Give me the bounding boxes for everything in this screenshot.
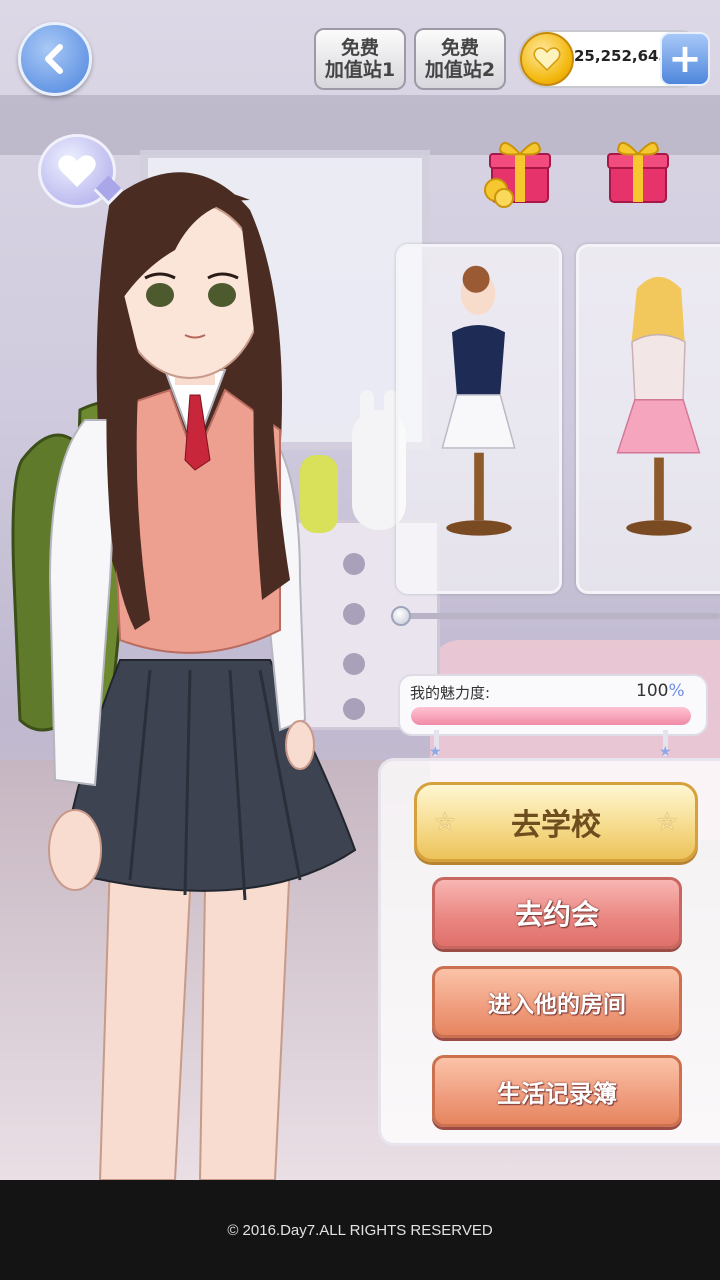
affection-bubble-button[interactable]	[38, 134, 116, 208]
charm-unit: %	[668, 681, 685, 701]
outfit-card-navy[interactable]	[396, 244, 562, 594]
copyright-text: © 2016.Day7.ALL RIGHTS RESERVED	[227, 1222, 493, 1239]
star-icon: ☆	[657, 809, 677, 835]
charm-label: 我的魅力度:	[410, 684, 491, 702]
mannequin-outfit-navy	[441, 265, 516, 536]
outfit-scroll-handle[interactable]	[391, 606, 411, 626]
go-school-label: 去学校	[511, 808, 601, 843]
go-date-label: 去约会	[514, 898, 599, 931]
charm-progress-fill	[411, 707, 691, 725]
charm-number: 100	[636, 681, 669, 701]
gift-box-icon[interactable]	[600, 134, 674, 208]
coin-count: 25,252,645	[574, 47, 669, 65]
outfit-scrollbar[interactable]	[396, 613, 720, 619]
free-station-1-button[interactable]: 免费 加值站1	[314, 28, 406, 90]
chevron-left-icon	[45, 44, 63, 74]
go-school-button[interactable]: ☆ 去学校 ☆	[414, 782, 698, 862]
character-girl[interactable]	[0, 160, 380, 1180]
star-icon: ☆	[435, 809, 455, 835]
heart-icon	[58, 155, 96, 187]
charm-progress-bar	[411, 707, 691, 725]
mannequin-outfit-pink	[616, 276, 701, 536]
charm-value: 100%	[636, 681, 685, 701]
free-station-2-button[interactable]: 免费 加值站2	[414, 28, 506, 90]
enter-room-label: 进入他的房间	[488, 991, 626, 1018]
coin-heart-icon	[533, 47, 561, 72]
life-diary-label: 生活记录簿	[497, 1078, 617, 1108]
gold-coin-icon	[520, 32, 574, 86]
add-coins-button[interactable]: +	[660, 32, 710, 86]
life-diary-button[interactable]: 生活记录簿	[432, 1055, 682, 1127]
go-date-button[interactable]: 去约会	[432, 877, 682, 949]
enter-room-button[interactable]: 进入他的房间	[432, 966, 682, 1038]
gift-with-coins-icon[interactable]	[482, 134, 556, 208]
back-button[interactable]	[18, 22, 92, 96]
plus-icon: +	[668, 36, 702, 82]
outfit-card-pink[interactable]	[576, 244, 720, 594]
